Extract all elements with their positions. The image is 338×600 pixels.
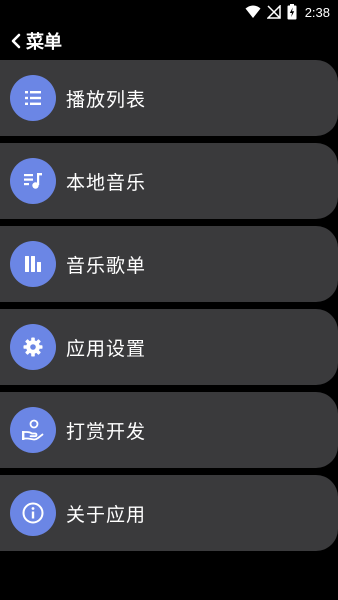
page-title: 菜单 — [26, 32, 62, 53]
wifi-icon — [245, 5, 261, 19]
donate-hand-icon — [10, 407, 56, 453]
playlist-icon — [10, 75, 56, 121]
status-time: 2:38 — [304, 4, 330, 20]
menu-item-local-music[interactable]: 本地音乐 — [0, 143, 338, 219]
menu-item-music-playlists[interactable]: 音乐歌单 — [0, 226, 338, 302]
no-signal-icon — [266, 5, 281, 19]
status-bar: 2:38 — [0, 0, 338, 24]
gear-icon — [10, 324, 56, 370]
menu-item-label: 打赏开发 — [66, 420, 147, 443]
library-icon — [10, 241, 56, 287]
menu-item-label: 关于应用 — [66, 503, 147, 526]
header: 菜单 — [10, 28, 62, 54]
chevron-left-icon[interactable] — [10, 33, 22, 49]
battery-charging-icon — [287, 4, 297, 20]
menu-item-label: 播放列表 — [66, 88, 147, 111]
info-icon — [10, 490, 56, 536]
menu-item-about[interactable]: 关于应用 — [0, 475, 338, 551]
menu-item-settings[interactable]: 应用设置 — [0, 309, 338, 385]
menu-item-label: 应用设置 — [66, 337, 147, 360]
menu-item-label: 本地音乐 — [66, 171, 147, 194]
local-music-icon — [10, 158, 56, 204]
menu-item-label: 音乐歌单 — [66, 254, 147, 277]
menu-item-playlist[interactable]: 播放列表 — [0, 60, 338, 136]
menu-item-donate[interactable]: 打赏开发 — [0, 392, 338, 468]
